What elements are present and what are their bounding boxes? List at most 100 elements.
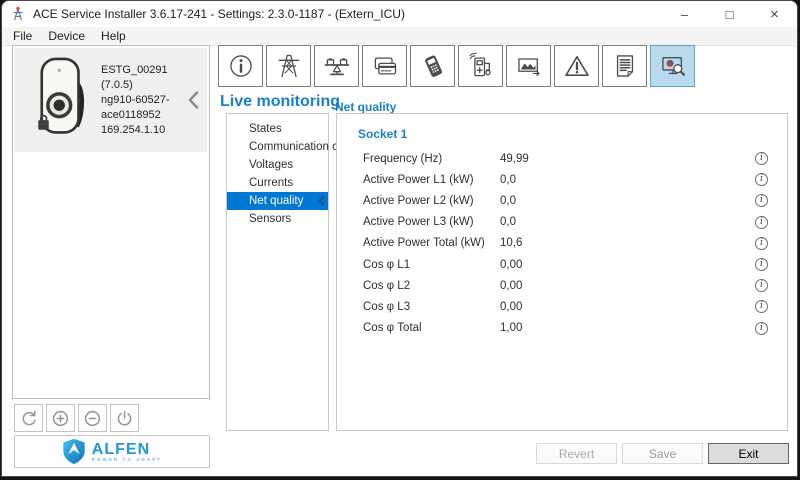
device-info: ESTG_00291 (7.0.5) ng910-60527-ace011895…: [101, 63, 185, 138]
app-window: ACE Service Installer 3.6.17-241 - Setti…: [1, 0, 798, 477]
nav-item-net-quality[interactable]: Net quality: [227, 192, 328, 210]
metric-label: Cos φ L3: [363, 300, 411, 313]
menu-device[interactable]: Device: [40, 29, 93, 43]
power-button[interactable]: [110, 404, 139, 432]
metric-value: 0,00: [500, 279, 523, 292]
nav-item-sensors[interactable]: Sensors: [227, 210, 328, 228]
metric-label: Cos φ L1: [363, 258, 411, 271]
exit-button[interactable]: Exit: [708, 443, 789, 464]
device-list-panel: ESTG_00291 (7.0.5) ng910-60527-ace011895…: [12, 45, 210, 399]
metric-value: 0,0: [500, 216, 516, 229]
charger-photo: [38, 57, 85, 134]
window-title: ACE Service Installer 3.6.17-241 - Setti…: [33, 7, 405, 21]
brand-name: ALFEN: [91, 440, 151, 458]
info-icon[interactable]: i: [755, 236, 768, 250]
info-icon[interactable]: i: [755, 321, 768, 335]
save-button[interactable]: Save: [622, 443, 703, 464]
window-controls: – □ ×: [662, 1, 797, 27]
tab-load-balancing[interactable]: [314, 45, 359, 87]
metric-row: Active Power Total (kW) 10,6 i: [337, 233, 787, 254]
zoom-in-button[interactable]: [46, 404, 75, 432]
info-icon[interactable]: i: [755, 173, 768, 187]
app-logo-icon: [13, 6, 23, 21]
metric-row: Active Power L3 (kW) 0,0 i: [337, 212, 787, 233]
device-actions: [14, 404, 139, 432]
info-icon[interactable]: i: [755, 258, 768, 272]
brand-tagline: POWER TO ADAPT: [91, 456, 163, 462]
device-name: ESTG_00291 (7.0.5): [101, 63, 168, 91]
tab-charging-point[interactable]: [458, 45, 503, 87]
tab-info[interactable]: [218, 45, 263, 87]
metric-value: 0,0: [500, 173, 516, 186]
nav-item-states[interactable]: States: [227, 120, 328, 138]
metric-row: Active Power L1 (kW) 0,0 i: [337, 169, 787, 190]
metric-row: Cos φ L3 0,00 i: [337, 296, 787, 317]
metric-row: Cos φ L2 0,00 i: [337, 275, 787, 296]
title-bar: ACE Service Installer 3.6.17-241 - Setti…: [2, 1, 797, 27]
device-ip: 169.254.1.10: [101, 123, 166, 136]
tab-live-monitoring[interactable]: [650, 45, 695, 87]
settings-toolbar: [218, 45, 695, 87]
metric-label: Frequency (Hz): [363, 152, 443, 165]
zoom-out-icon: [84, 410, 101, 426]
chevron-left-icon[interactable]: [185, 90, 201, 110]
close-button[interactable]: ×: [752, 1, 797, 27]
chevron-left-icon: [317, 195, 325, 207]
info-icon[interactable]: i: [755, 279, 768, 293]
metric-row: Cos φ L1 0,00 i: [337, 254, 787, 275]
brand-text: ALFEN POWER TO ADAPT: [91, 440, 163, 462]
device-list-item[interactable]: ESTG_00291 (7.0.5) ng910-60527-ace011895…: [15, 48, 207, 152]
tab-payment-terminal[interactable]: [410, 45, 455, 87]
metric-value: 0,00: [500, 300, 523, 313]
info-icon[interactable]: i: [755, 300, 768, 314]
zoom-out-button[interactable]: [78, 404, 107, 432]
metric-value: 49,99: [500, 152, 529, 165]
tab-warnings[interactable]: [554, 45, 599, 87]
refresh-icon: [22, 410, 36, 425]
payment-terminal-icon: [424, 55, 442, 77]
section-heading: Net quality: [335, 100, 397, 114]
zoom-in-icon: [52, 410, 69, 426]
device-serial: ng910-60527-ace0118952: [101, 93, 170, 121]
metric-value: 1,00: [500, 322, 523, 335]
net-quality-panel: Socket 1 Frequency (Hz) 49,99 i Active P…: [336, 113, 788, 431]
metric-label: Active Power L2 (kW): [363, 194, 474, 207]
metric-label: Active Power L3 (kW): [363, 216, 474, 229]
maximize-button[interactable]: □: [707, 1, 752, 27]
menu-help[interactable]: Help: [93, 29, 134, 43]
nav-item-voltages[interactable]: Voltages: [227, 156, 328, 174]
metric-value: 10,6: [500, 237, 523, 250]
info-icon[interactable]: i: [755, 152, 768, 166]
metric-label: Cos φ L2: [363, 279, 411, 292]
load-balancing-icon: [324, 58, 349, 76]
metric-label: Cos φ Total: [363, 322, 422, 335]
charging-point-icon: [468, 52, 491, 77]
power-grid-icon: [278, 54, 299, 78]
revert-button[interactable]: Revert: [536, 443, 617, 464]
nav-item-currents[interactable]: Currents: [227, 174, 328, 192]
monitoring-nav: States Communication car Voltages Curren…: [226, 113, 348, 431]
tab-display-image[interactable]: [506, 45, 551, 87]
brand-box: ALFEN POWER TO ADAPT: [14, 435, 210, 468]
minimize-button[interactable]: –: [662, 1, 707, 27]
page-title: Live monitoring: [220, 93, 340, 110]
tab-card-reader[interactable]: [362, 45, 407, 87]
metric-row: Active Power L2 (kW) 0,0 i: [337, 190, 787, 211]
alfen-shield-icon: [63, 438, 85, 465]
tab-logging[interactable]: [602, 45, 647, 87]
tab-power-grid[interactable]: [266, 45, 311, 87]
nav-item-communication-car[interactable]: Communication car: [227, 138, 348, 156]
info-icon[interactable]: i: [755, 194, 768, 208]
metric-value: 0,00: [500, 258, 523, 271]
warning-icon: [564, 56, 589, 76]
menu-bar: File Device Help: [2, 27, 797, 46]
refresh-button[interactable]: [14, 404, 43, 432]
menu-file[interactable]: File: [5, 29, 40, 43]
info-icon[interactable]: i: [755, 215, 768, 229]
live-monitoring-icon: [661, 57, 685, 76]
nav-item-label: Net quality: [249, 195, 304, 207]
card-reader-icon: [374, 57, 396, 75]
info-icon: [229, 55, 252, 77]
metric-label: Active Power L1 (kW): [363, 173, 474, 186]
metric-row: Cos φ Total 1,00 i: [337, 318, 787, 339]
